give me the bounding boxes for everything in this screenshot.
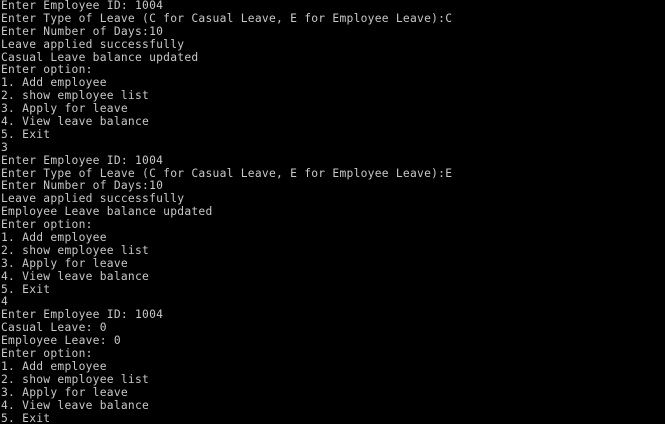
console-line: 2. show employee list [1,243,150,257]
console-line: Leave applied successfully [1,37,185,51]
console-line: Enter Employee ID: 1004 [1,153,164,167]
console-line: 4. View leave balance [1,115,150,129]
console-line: 5. Exit [1,282,51,296]
console-line: 3. Apply for leave [1,256,128,270]
console-line: 1. Add employee [1,231,107,245]
console-line: Enter Number of Days:10 [1,24,164,38]
console-line: 4. View leave balance [1,269,150,283]
console-line: 3 [1,140,9,154]
console-line: 1. Add employee [1,359,107,373]
console-line: Employee Leave: 0 [1,334,121,348]
console-line: 5. Exit [1,127,51,141]
console-line: Enter option: [1,347,93,361]
console-line: Employee Leave balance updated [1,205,213,219]
console-line: Enter Employee ID: 1004 [1,0,164,12]
console-line: 2. show employee list [1,372,150,386]
console-line: Enter Type of Leave (C for Casual Leave,… [1,11,453,25]
console-window[interactable]: Enter Employee ID: 1004 Enter Type of Le… [0,0,665,424]
console-line: Casual Leave balance updated [1,50,199,64]
console-line: 3. Apply for leave [1,385,128,399]
console-line: 4. View leave balance [1,398,150,412]
console-line: 5. Exit [1,411,51,424]
